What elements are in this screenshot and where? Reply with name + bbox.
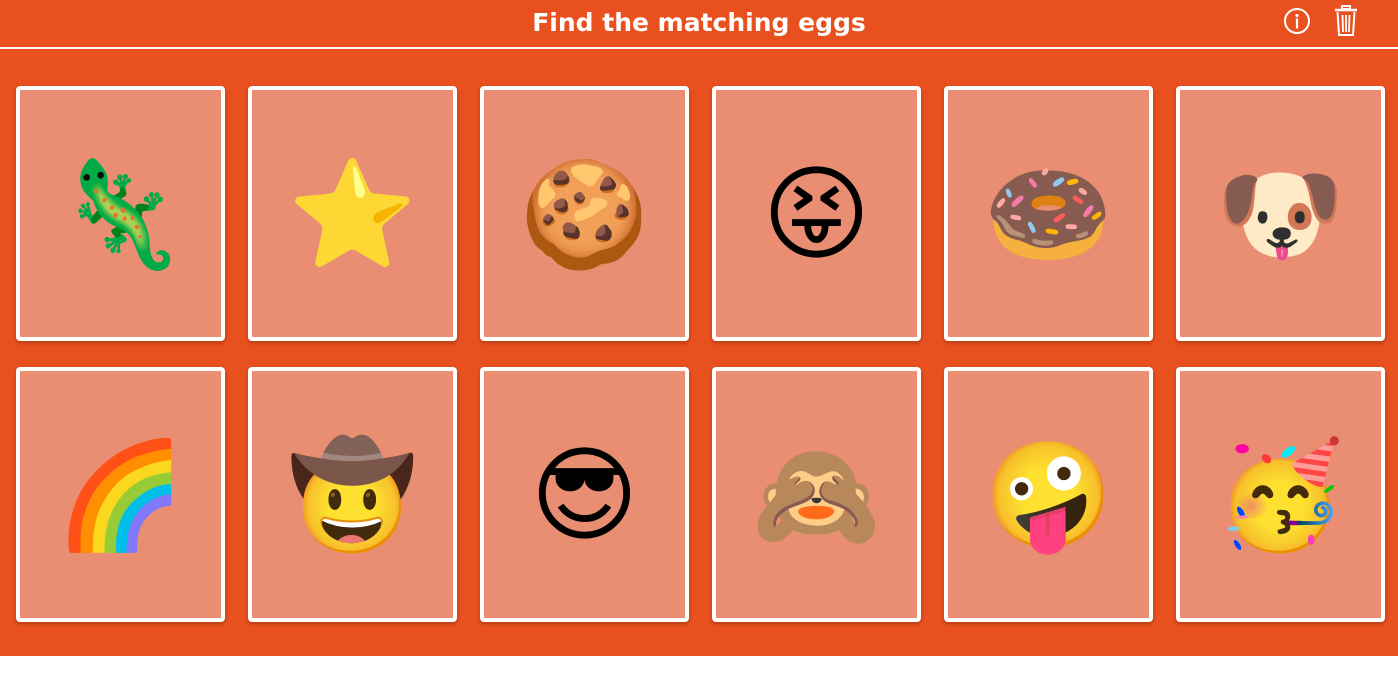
doughnut-icon: 🍩 bbox=[983, 152, 1114, 275]
cookie-icon: 🍪 bbox=[519, 152, 650, 275]
card-squinting-tongue-face[interactable]: 😝 bbox=[712, 86, 921, 341]
game-board: Find the matching eggs 🦎 ⭐ 🍪 😝 🍩 � bbox=[0, 0, 1398, 656]
cowboy-face-icon: 🤠 bbox=[287, 433, 418, 556]
card-see-no-evil-monkey[interactable]: 🙈 bbox=[712, 367, 921, 622]
see-no-evil-monkey-icon: 🙈 bbox=[751, 433, 882, 556]
card-rainbow[interactable]: 🌈 bbox=[16, 367, 225, 622]
sunglasses-face-icon: 😎 bbox=[530, 433, 639, 556]
card-doughnut[interactable]: 🍩 bbox=[944, 86, 1153, 341]
card-partying-face[interactable]: 🥳 bbox=[1176, 367, 1385, 622]
trash-can-icon bbox=[1335, 5, 1357, 36]
card-cowboy-face[interactable]: 🤠 bbox=[248, 367, 457, 622]
card-star[interactable]: ⭐ bbox=[248, 86, 457, 341]
star-icon: ⭐ bbox=[287, 152, 418, 275]
card-zany-face[interactable]: 🤪 bbox=[944, 367, 1153, 622]
info-button[interactable] bbox=[1281, 4, 1313, 38]
rainbow-icon: 🌈 bbox=[55, 433, 186, 556]
card-sunglasses-face[interactable]: 😎 bbox=[480, 367, 689, 622]
card-cookie[interactable]: 🍪 bbox=[480, 86, 689, 341]
squinting-tongue-face-icon: 😝 bbox=[762, 152, 871, 275]
lizard-icon: 🦎 bbox=[55, 152, 186, 275]
page-title: Find the matching eggs bbox=[532, 8, 866, 37]
page-footer bbox=[0, 656, 1398, 690]
dog-face-icon: 🐶 bbox=[1215, 152, 1346, 275]
info-circle-icon bbox=[1284, 8, 1310, 34]
card-dog-face[interactable]: 🐶 bbox=[1176, 86, 1385, 341]
partying-face-icon: 🥳 bbox=[1215, 433, 1346, 556]
card-lizard[interactable]: 🦎 bbox=[16, 86, 225, 341]
card-grid: 🦎 ⭐ 🍪 😝 🍩 🐶 🌈 🤠 😎 🙈 🤪 🥳 bbox=[16, 86, 1385, 622]
header-bar: Find the matching eggs bbox=[0, 0, 1398, 49]
zany-face-icon: 🤪 bbox=[983, 433, 1114, 556]
delete-button[interactable] bbox=[1330, 4, 1362, 38]
